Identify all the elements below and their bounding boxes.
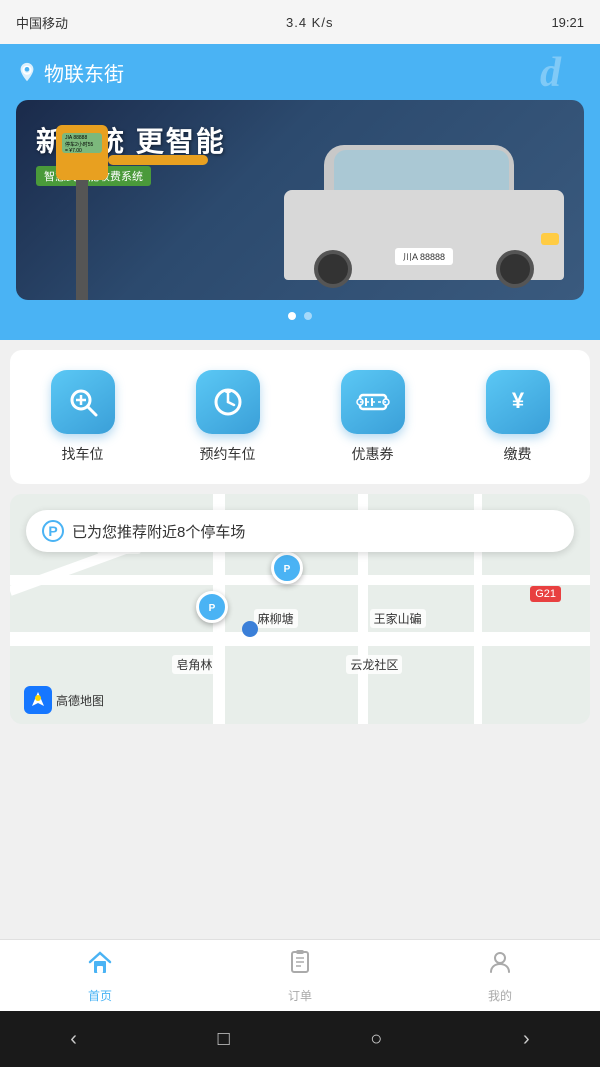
orders-icon [286, 948, 314, 983]
banner-section: 新系统 更智能 智慧式智能收费系统 JIA 88888 停车2小时55 = ¥7… [0, 100, 600, 340]
nav-profile-label: 我的 [488, 987, 512, 1004]
square-button[interactable]: □ [218, 1028, 230, 1051]
find-parking-item[interactable]: 找车位 [51, 370, 115, 464]
payment-item[interactable]: ¥ 缴费 [486, 370, 550, 464]
reserve-parking-label: 预约车位 [200, 444, 256, 464]
time-display: 19:21 [551, 15, 584, 30]
license-plate: 川A 88888 [395, 248, 453, 265]
coupon-item[interactable]: 优惠券 [341, 370, 405, 464]
map-label-maliutang: 麻柳塘 [254, 609, 298, 628]
status-bar: 中国移动 3.4 K/s 19:21 [0, 0, 600, 44]
banner-dot-1[interactable] [288, 312, 296, 320]
profile-icon [486, 948, 514, 983]
quick-menu: 找车位 预约车位 优惠券 ¥ [10, 350, 590, 484]
reserve-parking-item[interactable]: 预约车位 [196, 370, 260, 464]
current-location-marker [242, 621, 258, 637]
highway-tag: G21 [530, 586, 561, 602]
parking-marker-2[interactable]: P [271, 552, 303, 584]
svg-text:P: P [284, 564, 291, 575]
location-icon [16, 61, 38, 83]
reserve-parking-icon [196, 370, 260, 434]
nav-orders[interactable]: 订单 [266, 940, 334, 1012]
app-logo: d [540, 48, 590, 98]
parking-search-icon: P [42, 520, 64, 542]
coupon-icon [341, 370, 405, 434]
amap-text: 高德地图 [56, 692, 104, 709]
svg-text:¥: ¥ [511, 388, 524, 413]
banner-dot-2[interactable] [304, 312, 312, 320]
system-navigation: ‹ □ ○ › [0, 1011, 600, 1067]
map-label-yunlong: 云龙社区 [346, 655, 402, 674]
amap-icon [24, 686, 52, 714]
app-header: 物联东街 d [0, 44, 600, 100]
amap-logo: 高德地图 [24, 686, 104, 714]
find-parking-icon [51, 370, 115, 434]
payment-label: 缴费 [504, 444, 532, 464]
nav-orders-label: 订单 [288, 987, 312, 1004]
parking-meter-illustration: JIA 88888 停车2小时55 = ¥7.00 [46, 140, 116, 300]
banner-pagination [0, 312, 600, 320]
map-section[interactable]: 叫宝沥 麻柳塘 王家山碥 皂角林 云龙社区 G21 P P P 已为您推荐附近8… [10, 494, 590, 724]
nav-home-label: 首页 [88, 987, 112, 1004]
coupon-label: 优惠券 [352, 444, 394, 464]
map-search-text: 已为您推荐附近8个停车场 [72, 521, 245, 542]
svg-text:P: P [208, 603, 215, 614]
home-button[interactable]: ○ [370, 1028, 382, 1051]
meter-screen: JIA 88888 停车2小时55 = ¥7.00 [62, 133, 102, 153]
back-button[interactable]: ‹ [70, 1028, 77, 1051]
map-search-bar[interactable]: P 已为您推荐附近8个停车场 [26, 510, 574, 552]
menu-button[interactable]: › [523, 1028, 530, 1051]
payment-icon: ¥ [486, 370, 550, 434]
location-display[interactable]: 物联东街 [16, 58, 124, 87]
find-parking-label: 找车位 [62, 444, 104, 464]
network-speed: 3.4 K/s [286, 15, 333, 30]
carrier-signal: 中国移动 [16, 13, 68, 32]
location-text: 物联东街 [44, 58, 124, 87]
road-horizontal-1 [10, 632, 590, 646]
map-label-zaojiaolin: 皂角林 [172, 655, 216, 674]
nav-home[interactable]: 首页 [66, 940, 134, 1012]
home-icon [86, 948, 114, 983]
promo-banner[interactable]: 新系统 更智能 智慧式智能收费系统 JIA 88888 停车2小时55 = ¥7… [16, 100, 584, 300]
parking-marker-1[interactable]: P [196, 591, 228, 623]
bottom-navigation: 首页 订单 我的 [0, 939, 600, 1011]
car-illustration: 川A 88888 [284, 150, 564, 280]
nav-profile[interactable]: 我的 [466, 940, 534, 1012]
map-label-wangjiashang: 王家山碥 [370, 609, 426, 628]
